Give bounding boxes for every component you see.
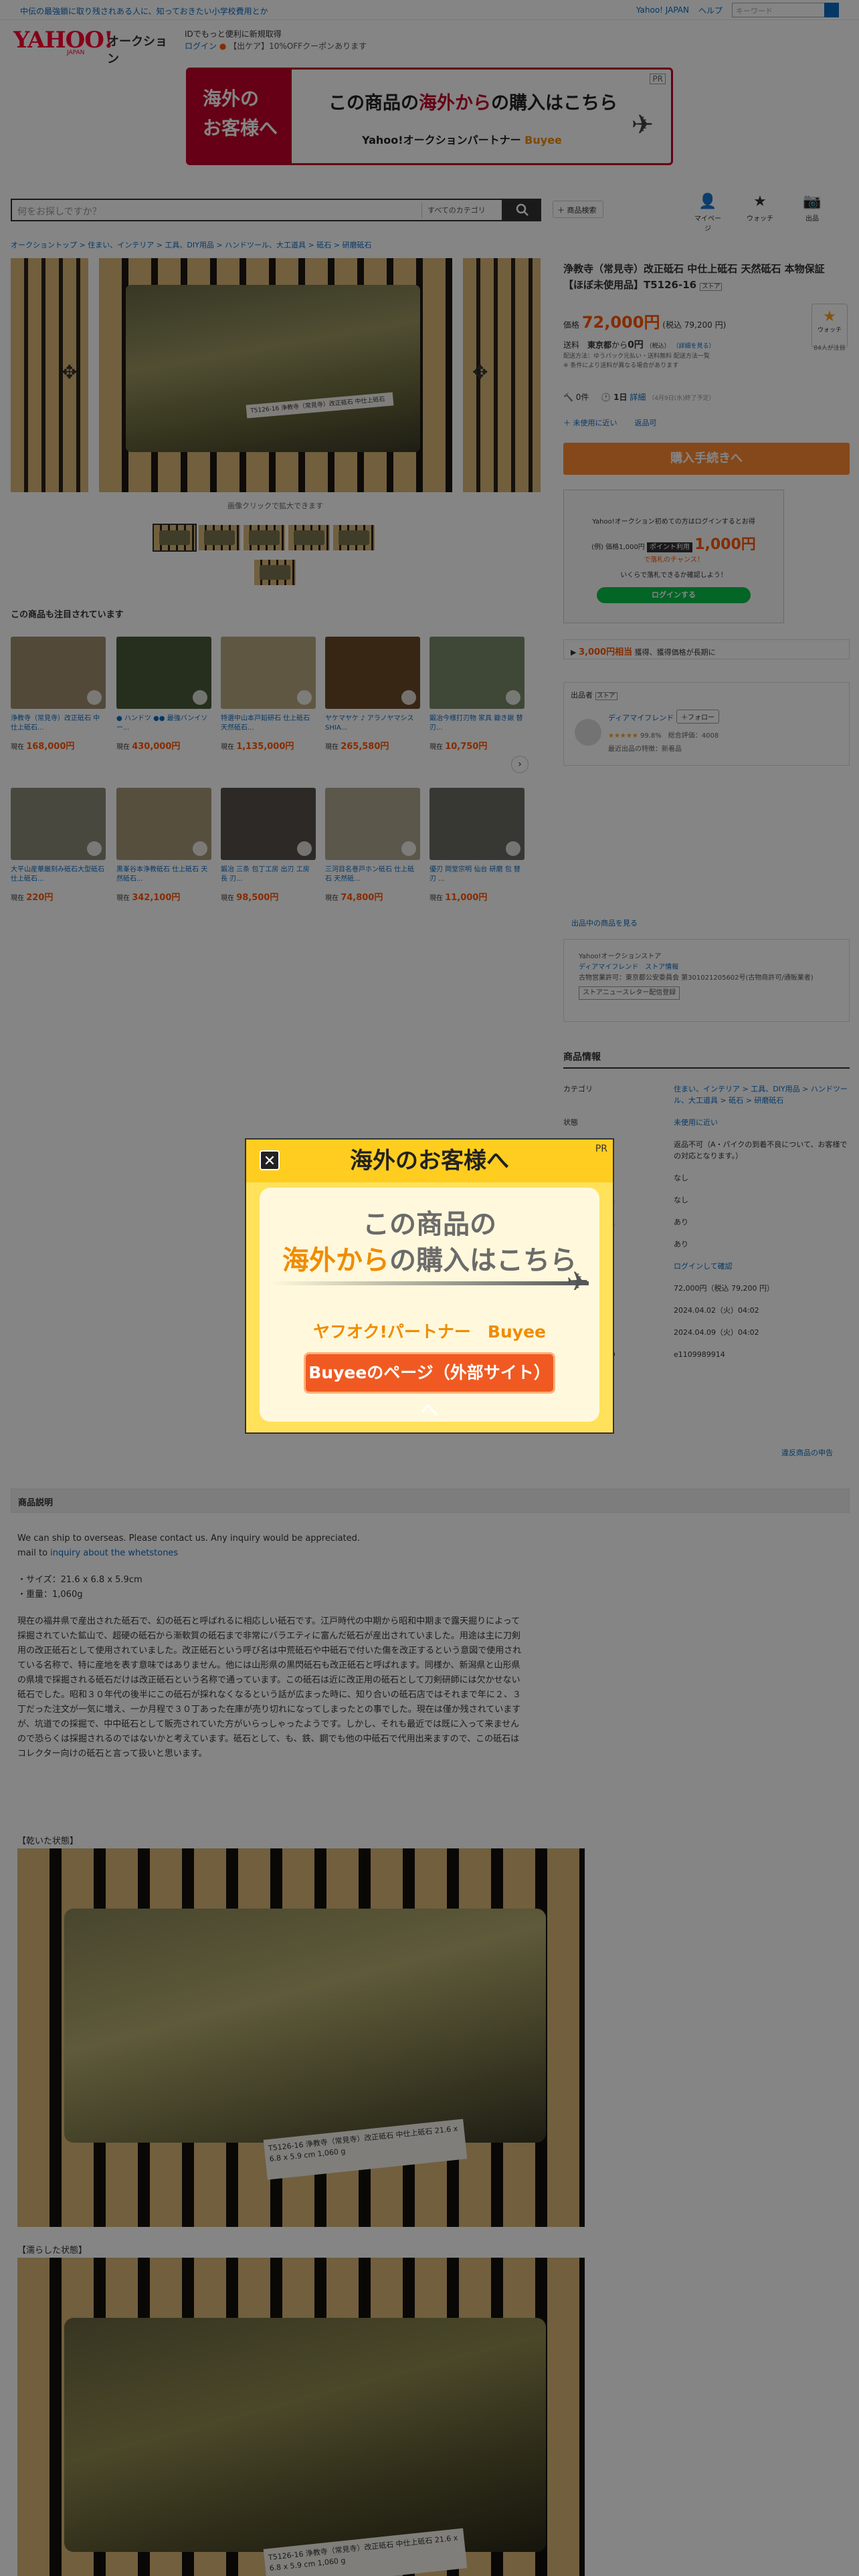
modal-header: 海外のお客様へ (246, 1140, 613, 1182)
buyee-page-button[interactable]: Buyeeのページ（外部サイト）へ (304, 1352, 555, 1420)
modal-partner: ヤフオク!パートナー Buyee (313, 1322, 546, 1341)
airplane-icon: ✈ (566, 1267, 589, 1297)
modal-pr-badge: PR (595, 1144, 607, 1154)
close-icon[interactable]: ✕ (260, 1150, 280, 1170)
overseas-modal: 海外のお客様へ ✕ PR この商品の 海外からの購入はこちら ✈ ヤフオク!パート… (245, 1138, 614, 1434)
modal-title: この商品の 海外からの購入はこちら (282, 1209, 577, 1276)
